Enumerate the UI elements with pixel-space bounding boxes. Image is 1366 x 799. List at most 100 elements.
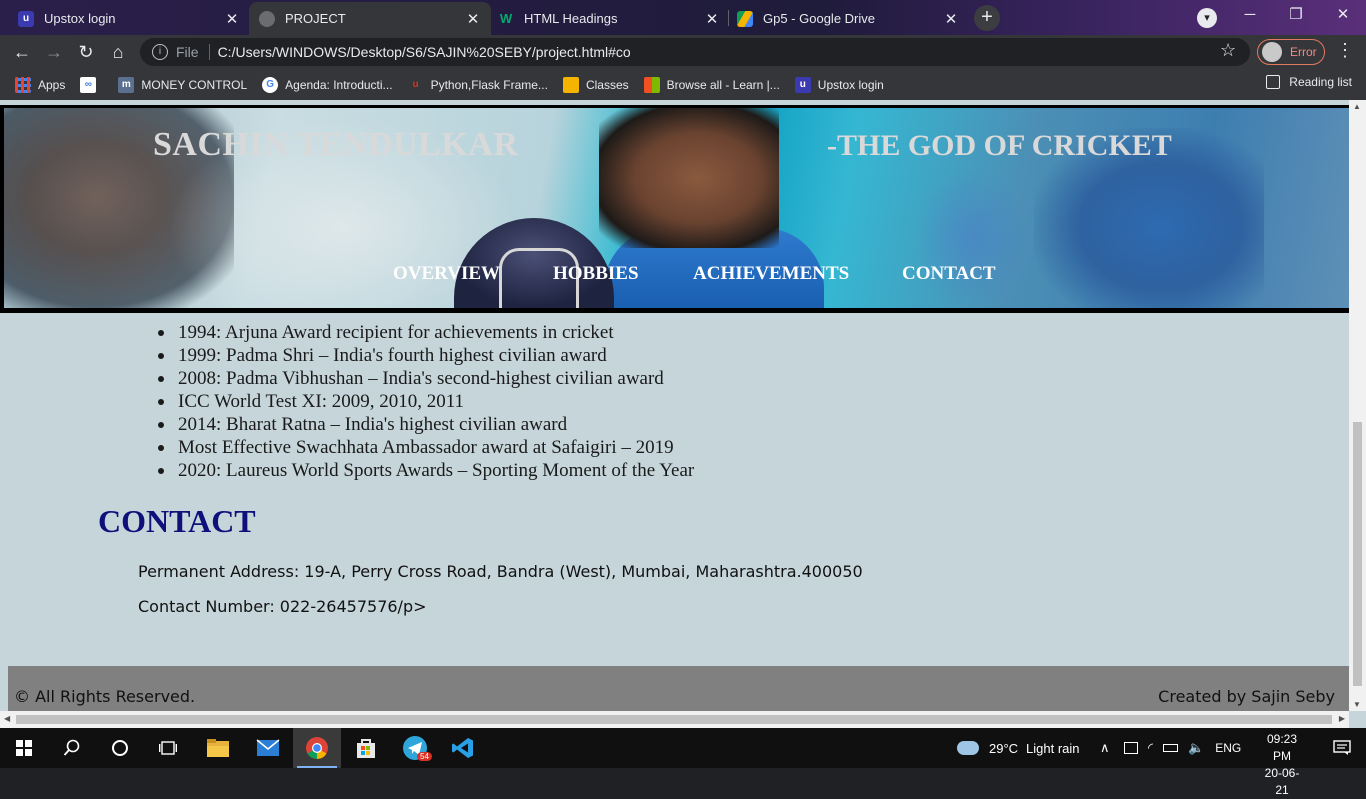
store-icon[interactable] <box>342 728 390 768</box>
meet-now-icon[interactable] <box>1124 742 1138 754</box>
avatar <box>1262 42 1282 62</box>
tab-upstox-login[interactable]: u Upstox login ✕ <box>8 2 250 35</box>
list-item: Most Effective Swachhata Ambassador awar… <box>157 436 694 459</box>
page-viewport: SACHIN TENDULKAR -THE GOD OF CRICKET OVE… <box>0 100 1366 728</box>
notifications-icon[interactable] <box>1318 728 1366 768</box>
tab-search-icon[interactable]: ▾ <box>1197 8 1217 28</box>
site-info-icon[interactable]: i <box>152 44 168 60</box>
infinity-icon: ∞ <box>80 76 97 93</box>
scroll-left-icon[interactable]: ◀ <box>4 714 10 723</box>
bookmark-star-icon[interactable]: ☆ <box>1220 40 1236 61</box>
achievements-list: 1994: Arjuna Award recipient for achieve… <box>157 321 695 482</box>
windows-taskbar: 54 29°C Light rain ∧ ◜ 🔈 ENG 09:23 PM 20… <box>0 728 1366 797</box>
browser-toolbar: ← → ↻ ⌂ i File C:/Users/WINDOWS/Desktop/… <box>0 35 1366 69</box>
site-subtitle: -THE GOD OF CRICKET <box>827 129 1172 162</box>
google-icon: G <box>262 76 279 93</box>
bookmark-agenda[interactable]: G Agenda: Introducti... <box>262 76 393 93</box>
restore-icon[interactable]: ❐ <box>1273 0 1319 32</box>
udemy-icon: u <box>412 78 419 90</box>
nav-achievements[interactable]: ACHIEVEMENTS <box>693 263 849 285</box>
reading-list-button[interactable]: Reading list <box>1266 75 1352 89</box>
home-icon[interactable]: ⌂ <box>106 40 130 64</box>
start-icon[interactable] <box>0 728 48 768</box>
scroll-down-icon[interactable]: ▼ <box>1353 700 1361 709</box>
vscode-icon[interactable] <box>439 728 487 768</box>
clock[interactable]: 09:23 PM 20-06-21 <box>1258 731 1306 799</box>
search-icon[interactable] <box>48 728 96 768</box>
volume-icon[interactable]: 🔈 <box>1188 740 1204 756</box>
address-text: Permanent Address: 19-A, Perry Cross Roa… <box>138 562 863 581</box>
bookmark-label: Agenda: Introducti... <box>285 77 393 92</box>
bookmark-python-flask[interactable]: u Python,Flask Frame... <box>408 77 548 93</box>
vertical-scrollbar[interactable]: ▲ ▼ <box>1349 100 1366 711</box>
bookmark-classes[interactable]: Classes <box>562 76 629 93</box>
tab-title: PROJECT <box>285 11 346 26</box>
clock-date: 20-06-21 <box>1264 766 1300 797</box>
minimize-icon[interactable]: ─ <box>1227 0 1273 32</box>
weather-temp: 29°C <box>989 740 1019 756</box>
bookmark-apps[interactable]: Apps <box>15 76 65 93</box>
cortana-icon[interactable] <box>96 728 144 768</box>
tab-html-headings[interactable]: W HTML Headings ✕ <box>488 2 730 35</box>
close-tab-icon[interactable]: ✕ <box>943 10 959 28</box>
profile-error-button[interactable]: Error <box>1257 39 1325 65</box>
url-text[interactable]: C:/Users/WINDOWS/Desktop/S6/SAJIN%20SEBY… <box>218 44 631 60</box>
bookmark-money-control[interactable]: m MONEY CONTROL <box>118 76 247 93</box>
chrome-icon[interactable] <box>293 728 341 768</box>
google-drive-icon <box>737 10 753 27</box>
site-title: SACHIN TENDULKAR <box>153 126 519 163</box>
weather-condition: Light rain <box>1026 740 1080 756</box>
tab-google-drive[interactable]: Gp5 - Google Drive ✕ <box>727 2 969 35</box>
list-item: 2020: Laureus World Sports Awards – Spor… <box>157 460 695 481</box>
tab-title: Upstox login <box>44 11 116 26</box>
scroll-right-icon[interactable]: ▶ <box>1339 714 1345 723</box>
mail-icon[interactable] <box>244 728 292 768</box>
reload-icon[interactable]: ↻ <box>74 40 98 64</box>
scrollbar-thumb[interactable] <box>16 715 1332 724</box>
close-tab-icon[interactable]: ✕ <box>465 10 481 28</box>
horizontal-scrollbar[interactable]: ◀ ▶ <box>0 711 1349 728</box>
battery-icon[interactable] <box>1163 744 1179 752</box>
task-view-icon[interactable] <box>144 728 192 768</box>
forward-icon[interactable]: → <box>42 40 66 64</box>
bookmark-browse-all[interactable]: Browse all - Learn |... <box>643 76 780 93</box>
classroom-icon <box>562 76 579 93</box>
tab-title: HTML Headings <box>524 11 618 26</box>
bookmark-upstox-login[interactable]: u Upstox login <box>794 76 884 93</box>
close-tab-icon[interactable]: ✕ <box>704 10 720 28</box>
list-item: 2008: Padma Vibhushan – India's second-h… <box>157 367 694 390</box>
microsoft-icon <box>643 76 660 93</box>
divider <box>208 44 210 60</box>
nav-hobbies[interactable]: HOBBIES <box>553 263 639 285</box>
address-bar[interactable]: i File C:/Users/WINDOWS/Desktop/S6/SAJIN… <box>140 38 1250 66</box>
reading-list-label: Reading list <box>1289 75 1352 89</box>
new-tab-button[interactable]: + <box>974 5 1000 31</box>
wifi-icon[interactable]: ◜ <box>1148 740 1153 756</box>
scheme-label: File <box>176 44 199 60</box>
chevron-up-icon[interactable]: ∧ <box>1100 740 1110 756</box>
apps-grid-icon <box>15 76 31 93</box>
bookmark-infinity[interactable]: ∞ <box>80 76 103 93</box>
telegram-icon[interactable]: 54 <box>391 728 439 768</box>
tab-project[interactable]: PROJECT ✕ <box>249 2 491 35</box>
nav-overview[interactable]: OVERVIEW <box>393 263 500 285</box>
bookmark-label: Classes <box>585 77 629 92</box>
back-icon[interactable]: ← <box>10 40 34 64</box>
weather-widget[interactable]: 29°C Light rain <box>957 728 1080 768</box>
globe-icon <box>259 10 275 27</box>
bookmark-label: Upstox login <box>817 77 884 92</box>
scrollbar-thumb[interactable] <box>1353 422 1362 686</box>
close-tab-icon[interactable]: ✕ <box>224 10 240 28</box>
moneycontrol-icon: m <box>118 76 135 93</box>
file-explorer-icon[interactable] <box>194 728 242 768</box>
show-hidden-icons[interactable]: ∧ <box>1100 728 1110 768</box>
language-indicator[interactable]: ENG <box>1215 741 1241 755</box>
copyright-text: © All Rights Reserved. <box>14 687 196 706</box>
menu-dots-icon[interactable]: ⋮ <box>1336 40 1354 61</box>
nav-contact[interactable]: CONTACT <box>902 263 996 285</box>
scroll-up-icon[interactable]: ▲ <box>1353 102 1361 111</box>
bookmark-label: Python,Flask Frame... <box>430 77 548 92</box>
telegram-badge: 54 <box>417 752 432 761</box>
close-window-icon[interactable]: ✕ <box>1320 0 1366 32</box>
reading-list-icon <box>1266 75 1281 89</box>
